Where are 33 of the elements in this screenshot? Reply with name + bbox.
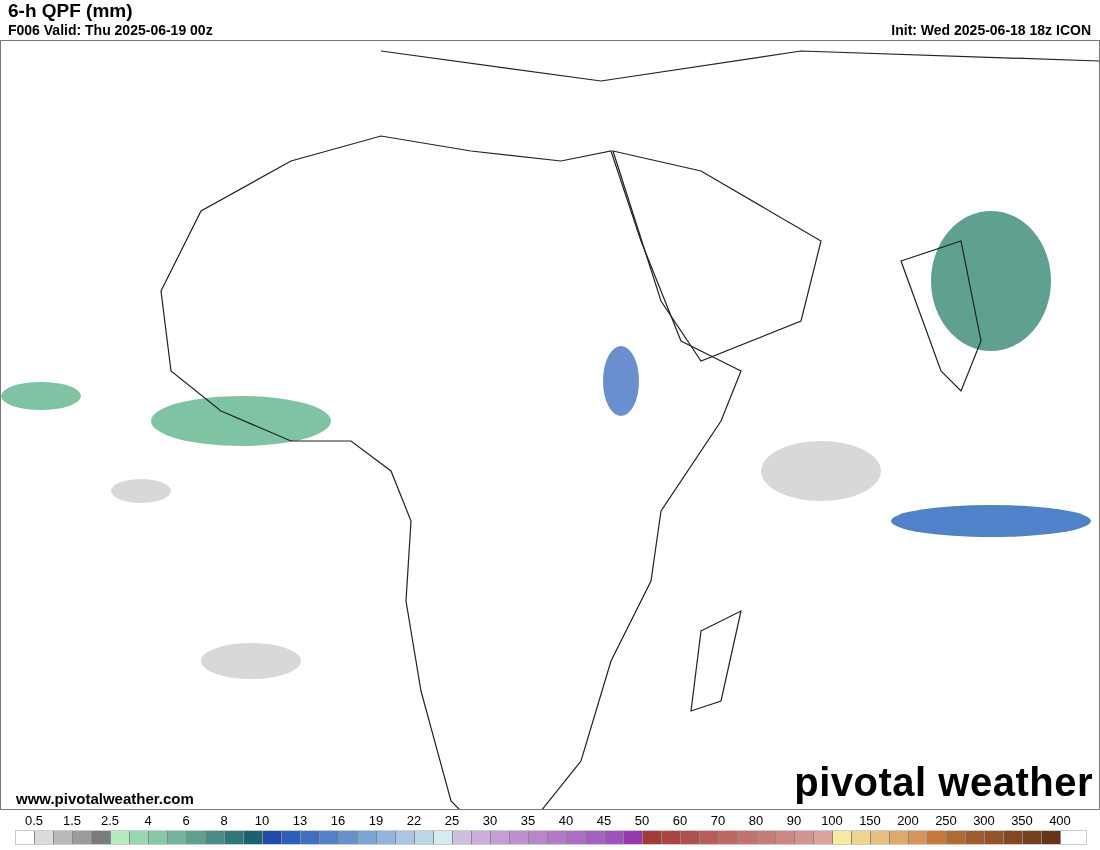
scale-label: 45 bbox=[595, 813, 613, 828]
scale-label: 6 bbox=[181, 813, 191, 828]
scale-label: 90 bbox=[785, 813, 803, 828]
scale-label: 400 bbox=[1048, 813, 1072, 828]
map-title: 6-h QPF (mm) bbox=[8, 0, 134, 22]
scale-label: 22 bbox=[405, 813, 423, 828]
scale-label: 13 bbox=[291, 813, 309, 828]
scale-label: 1.5 bbox=[61, 813, 83, 828]
scale-label: 200 bbox=[896, 813, 920, 828]
scale-label: 50 bbox=[633, 813, 651, 828]
scale-label: 25 bbox=[443, 813, 461, 828]
scale-label: 0.5 bbox=[23, 813, 45, 828]
logo-text: pivotal weather bbox=[794, 760, 1093, 805]
scale-label: 30 bbox=[481, 813, 499, 828]
scale-label: 60 bbox=[671, 813, 689, 828]
init-time: Init: Wed 2025-06-18 18z ICON bbox=[891, 22, 1091, 38]
scale-label: 40 bbox=[557, 813, 575, 828]
scale-label: 100 bbox=[820, 813, 844, 828]
scale-label: 250 bbox=[934, 813, 958, 828]
scale-label: 16 bbox=[329, 813, 347, 828]
scale-label: 70 bbox=[709, 813, 727, 828]
scale-label: 35 bbox=[519, 813, 537, 828]
scale-label: 10 bbox=[253, 813, 271, 828]
scale-label: 350 bbox=[1010, 813, 1034, 828]
website-url: www.pivotalweather.com bbox=[16, 790, 194, 807]
scale-label: 4 bbox=[143, 813, 153, 828]
scale-label: 300 bbox=[972, 813, 996, 828]
scale-label: 8 bbox=[219, 813, 229, 828]
scale-label: 80 bbox=[747, 813, 765, 828]
scale-label: 2.5 bbox=[99, 813, 121, 828]
scale-label: 19 bbox=[367, 813, 385, 828]
valid-time: F006 Valid: Thu 2025-06-19 00z bbox=[8, 22, 213, 38]
scale-label: 150 bbox=[858, 813, 882, 828]
